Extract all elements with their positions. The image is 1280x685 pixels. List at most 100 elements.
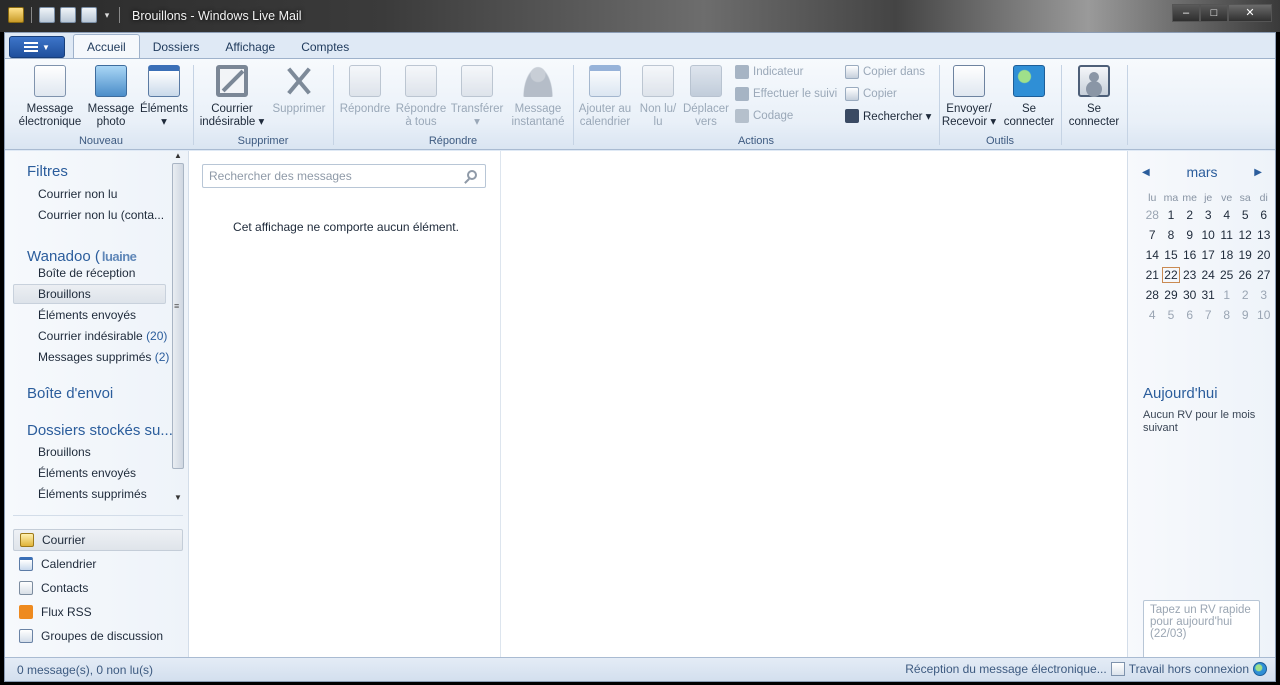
folder-deleted[interactable]: Messages supprimés (2) xyxy=(38,350,169,364)
calendar-day[interactable]: 25 xyxy=(1217,265,1236,285)
folder-inbox[interactable]: Boîte de réception xyxy=(38,266,135,280)
nav-mail[interactable]: Courrier xyxy=(13,529,183,551)
calendar-day[interactable]: 16 xyxy=(1180,245,1199,265)
sign-in-button[interactable]: Se connecter xyxy=(1063,63,1125,129)
calendar-day[interactable]: 12 xyxy=(1236,225,1255,245)
instant-message-button[interactable]: Message instantané xyxy=(507,63,569,129)
calendar-day[interactable]: 17 xyxy=(1199,245,1218,265)
scroll-down-icon[interactable]: ▼ xyxy=(174,493,182,502)
send-receive-button[interactable]: Envoyer/ Recevoir ▾ xyxy=(941,63,997,129)
calendar-day[interactable]: 10 xyxy=(1199,225,1218,245)
delete-button[interactable]: Supprimer xyxy=(269,63,329,116)
calendar-day[interactable]: 24 xyxy=(1199,265,1218,285)
calendar-day-today[interactable]: 22 xyxy=(1162,265,1181,285)
calendar-day[interactable]: 9 xyxy=(1236,305,1255,325)
calendar-day[interactable]: 2 xyxy=(1180,205,1199,225)
folder-stored-sent[interactable]: Éléments envoyés xyxy=(38,466,136,480)
reply-button[interactable]: Répondre xyxy=(337,63,393,116)
calendar-day[interactable]: 5 xyxy=(1236,205,1255,225)
calendar-day[interactable]: 9 xyxy=(1180,225,1199,245)
calendar-day[interactable]: 5 xyxy=(1162,305,1181,325)
receiving-status[interactable]: Réception du message électronique... xyxy=(905,662,1106,676)
close-button[interactable]: ✕ xyxy=(1228,4,1272,22)
add-to-calendar-button[interactable]: Ajouter au calendrier xyxy=(575,63,635,129)
copy-button[interactable]: Copier xyxy=(845,87,897,101)
calendar-day[interactable]: 15 xyxy=(1162,245,1181,265)
tab-comptes[interactable]: Comptes xyxy=(288,36,362,58)
today-title[interactable]: Aujourd'hui xyxy=(1143,385,1218,402)
calendar-day[interactable]: 3 xyxy=(1199,205,1218,225)
calendar-day[interactable]: 23 xyxy=(1180,265,1199,285)
new-email-button[interactable]: Message électronique xyxy=(15,63,85,129)
offline-status[interactable]: Travail hors connexion xyxy=(1129,662,1249,676)
folder-unread-mail[interactable]: Courrier non lu xyxy=(38,187,117,201)
folder-group-storage[interactable]: Dossiers stockés su... xyxy=(27,422,173,439)
folder-sent[interactable]: Éléments envoyés xyxy=(38,308,136,322)
calendar-day[interactable]: 4 xyxy=(1143,305,1162,325)
calendar-day[interactable]: 2 xyxy=(1236,285,1255,305)
calendar-day[interactable]: 20 xyxy=(1254,245,1273,265)
calendar-day[interactable]: 28 xyxy=(1143,205,1162,225)
copy-to-button[interactable]: Copier dans xyxy=(845,65,925,79)
follow-up-button[interactable]: Effectuer le suivi xyxy=(735,87,837,101)
calendar-day[interactable]: 6 xyxy=(1180,305,1199,325)
calendar-day[interactable]: 6 xyxy=(1254,205,1273,225)
folder-unread-contacts[interactable]: Courrier non lu (conta... xyxy=(38,208,164,222)
encoding-button[interactable]: Codage xyxy=(735,109,793,123)
calendar-day[interactable]: 7 xyxy=(1199,305,1218,325)
calendar-day[interactable]: 1 xyxy=(1217,285,1236,305)
next-month-icon[interactable]: ▶ xyxy=(1254,167,1262,178)
folder-outbox[interactable]: Boîte d'envoi xyxy=(27,385,113,402)
minimize-button[interactable]: – xyxy=(1172,4,1200,22)
junk-mail-button[interactable]: Courrier indésirable ▾ xyxy=(197,63,267,129)
folder-group-wanadoo[interactable]: Wanadoo ( luaine xyxy=(27,248,137,265)
send-receive-quick-icon[interactable] xyxy=(81,7,97,23)
unread-read-button[interactable]: Non lu/ lu xyxy=(637,63,679,129)
nav-newsgroups[interactable]: Groupes de discussion xyxy=(13,625,183,647)
calendar-day[interactable]: 11 xyxy=(1217,225,1236,245)
folder-stored-deleted[interactable]: Éléments supprimés xyxy=(38,487,147,501)
tab-dossiers[interactable]: Dossiers xyxy=(140,36,213,58)
calendar-day[interactable]: 3 xyxy=(1254,285,1273,305)
new-items-button[interactable]: Éléments ▾ xyxy=(137,63,191,129)
calendar-day[interactable]: 28 xyxy=(1143,285,1162,305)
folder-stored-drafts[interactable]: Brouillons xyxy=(38,445,91,459)
folder-drafts[interactable]: Brouillons xyxy=(38,287,91,301)
find-button[interactable]: Rechercher ▾ xyxy=(845,109,931,123)
new-photo-message-button[interactable]: Message photo xyxy=(85,63,137,129)
app-icon[interactable] xyxy=(8,7,24,23)
calendar-day[interactable]: 8 xyxy=(1217,305,1236,325)
offline-globe-icon[interactable] xyxy=(1253,662,1267,676)
calendar-day[interactable]: 19 xyxy=(1236,245,1255,265)
search-icon[interactable] xyxy=(467,170,477,180)
calendar-day[interactable]: 7 xyxy=(1143,225,1162,245)
calendar-day[interactable]: 18 xyxy=(1217,245,1236,265)
customize-quick-access-icon[interactable]: ▾ xyxy=(102,7,112,23)
new-message-quick-icon[interactable] xyxy=(39,7,55,23)
move-to-button[interactable]: Déplacer vers xyxy=(681,63,731,129)
reply-all-button[interactable]: Répondre à tous xyxy=(393,63,449,129)
calendar-day[interactable]: 10 xyxy=(1254,305,1273,325)
folder-scrollbar[interactable]: ▲ ≡ ▼ xyxy=(171,151,185,507)
scrollbar-thumb[interactable] xyxy=(172,163,184,469)
calendar-day[interactable]: 8 xyxy=(1162,225,1181,245)
scroll-up-icon[interactable]: ▲ xyxy=(174,151,182,160)
calendar-day[interactable]: 27 xyxy=(1254,265,1273,285)
maximize-button[interactable]: □ xyxy=(1200,4,1228,22)
tab-accueil[interactable]: Accueil xyxy=(73,34,140,58)
calendar-day[interactable]: 13 xyxy=(1254,225,1273,245)
app-menu-button[interactable]: ▼ xyxy=(9,36,65,58)
calendar-day[interactable]: 1 xyxy=(1162,205,1181,225)
connect-button[interactable]: Se connecter xyxy=(999,63,1059,129)
calendar-day[interactable]: 26 xyxy=(1236,265,1255,285)
calendar-day[interactable]: 31 xyxy=(1199,285,1218,305)
calendar-day[interactable]: 21 xyxy=(1143,265,1162,285)
flag-button[interactable]: Indicateur xyxy=(735,65,804,79)
nav-calendar[interactable]: Calendrier xyxy=(13,553,183,575)
folder-junk[interactable]: Courrier indésirable (20) xyxy=(38,329,167,343)
search-input[interactable] xyxy=(209,168,459,184)
nav-rss[interactable]: Flux RSS xyxy=(13,601,183,623)
folder-group-filtres[interactable]: Filtres xyxy=(27,163,68,180)
calendar-day[interactable]: 4 xyxy=(1217,205,1236,225)
tab-affichage[interactable]: Affichage xyxy=(212,36,288,58)
